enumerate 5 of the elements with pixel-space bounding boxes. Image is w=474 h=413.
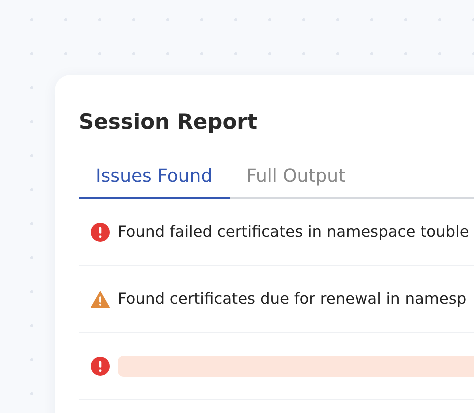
issue-message: Found failed certificates in namespace touble: [118, 223, 470, 241]
tab[interactable]: Issues Found: [79, 160, 230, 199]
report-title: Session Report: [79, 110, 259, 136]
issue-message: Found certificates due for renewal in namesp: [118, 290, 467, 308]
tab[interactable]: Full Output: [230, 160, 363, 199]
